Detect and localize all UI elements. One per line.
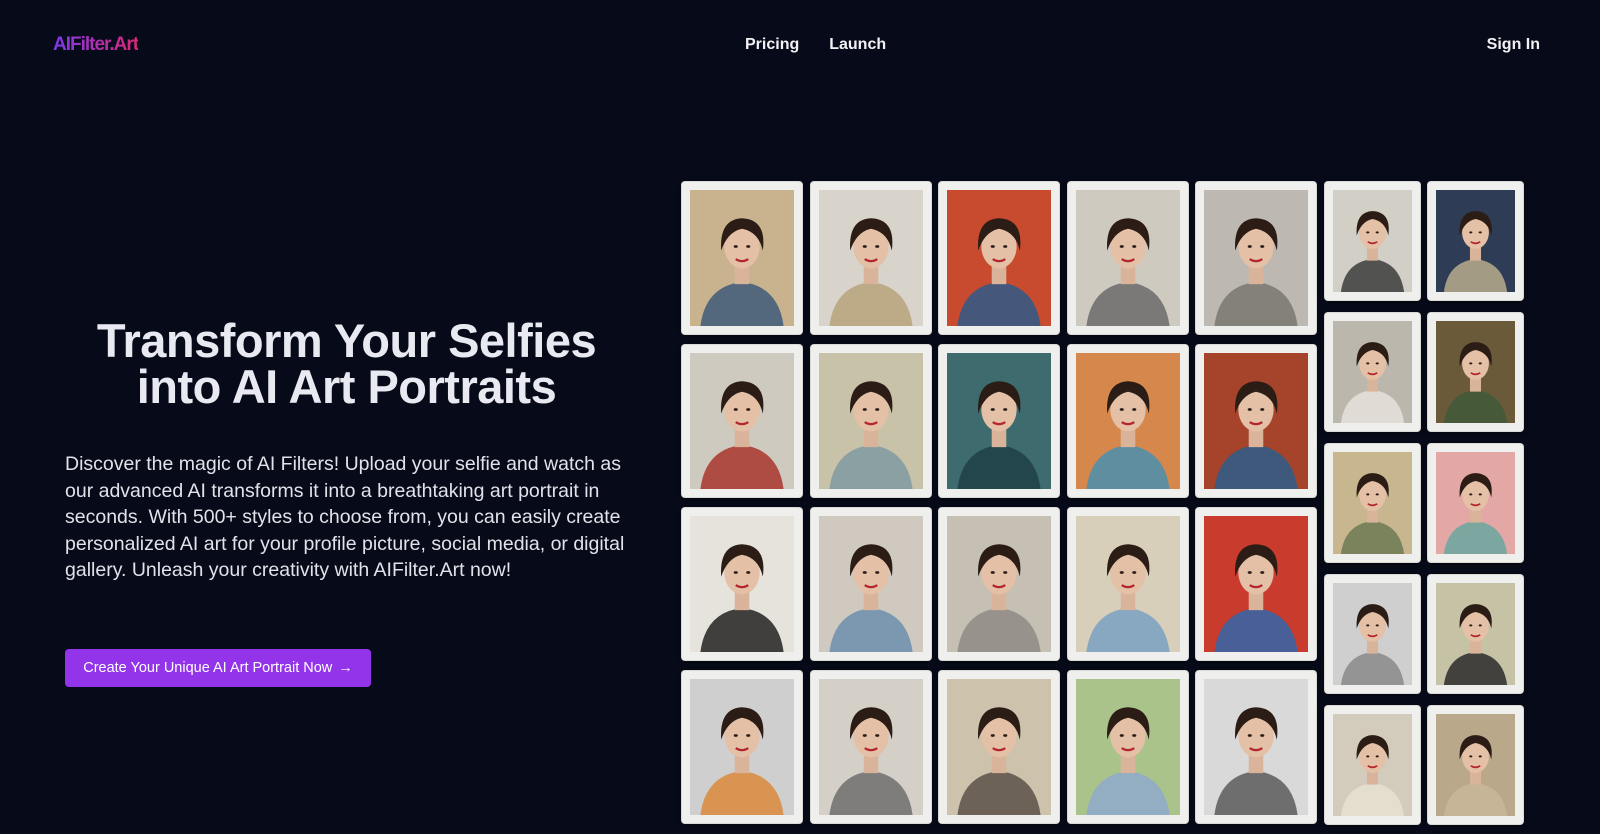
portrait-tile (1067, 671, 1188, 823)
portrait-image (1075, 516, 1180, 652)
portrait-image (1075, 190, 1180, 326)
hero-title-line-2: into AI Art Portraits (136, 360, 557, 413)
portrait-image (818, 353, 923, 489)
portrait-tile (682, 671, 802, 823)
portrait-tile (1196, 508, 1316, 660)
portrait-tile-small (1325, 706, 1420, 824)
portrait-image (947, 353, 1051, 489)
portrait-tile (1067, 508, 1188, 660)
logo[interactable]: AIFilter.Art (53, 34, 139, 56)
portrait-tile (810, 345, 931, 497)
create-portrait-button-label: Create Your Unique AI Art Portrait Now (83, 660, 333, 676)
hero-title: Transform Your Selfies into AI Art Portr… (64, 317, 629, 413)
portrait-tile (1196, 182, 1316, 334)
portrait-tile (810, 182, 931, 334)
portrait-tile-small (1428, 444, 1523, 562)
portrait-image (947, 679, 1051, 815)
nav-link-launch[interactable]: Launch (829, 36, 886, 54)
portrait-tile (1067, 345, 1188, 497)
portrait-image (1436, 452, 1515, 554)
portrait-image (818, 516, 923, 652)
portrait-tile (682, 345, 802, 497)
portrait-image (1204, 516, 1308, 652)
portrait-tile (1196, 671, 1316, 823)
portrait-tile (1067, 182, 1188, 334)
portrait-tile (682, 182, 802, 334)
nav-link-pricing[interactable]: Pricing (745, 36, 799, 54)
portrait-image (1436, 583, 1515, 685)
portrait-image (1436, 190, 1515, 292)
portrait-image (690, 679, 794, 815)
portrait-tile-small (1428, 575, 1523, 693)
portrait-image (1333, 583, 1412, 685)
portrait-image (818, 190, 923, 326)
portrait-image (1075, 353, 1180, 489)
portrait-image (1204, 679, 1308, 815)
sign-in-link[interactable]: Sign In (1487, 36, 1540, 54)
portrait-image (1436, 321, 1515, 423)
portrait-tile (939, 508, 1059, 660)
portrait-tile (810, 671, 931, 823)
portrait-image (690, 190, 794, 326)
portrait-image (947, 516, 1051, 652)
portrait-tile (939, 671, 1059, 823)
portrait-image (690, 516, 794, 652)
portrait-image (1436, 714, 1515, 816)
portrait-image (947, 190, 1051, 326)
portrait-image (1333, 321, 1412, 423)
portrait-image (1333, 190, 1412, 292)
portrait-tile-small (1325, 182, 1420, 300)
portrait-tile-small (1428, 706, 1523, 824)
portrait-tile (1196, 345, 1316, 497)
portrait-tile (810, 508, 931, 660)
portrait-image (1075, 679, 1180, 815)
portrait-image (1333, 714, 1412, 816)
portrait-image (818, 679, 923, 815)
portrait-image (1204, 190, 1308, 326)
portrait-tile (939, 182, 1059, 334)
portrait-tile-small (1325, 444, 1420, 562)
portrait-image (690, 353, 794, 489)
portrait-tile-small (1428, 182, 1523, 300)
portrait-gallery (682, 182, 1524, 834)
arrow-right-icon: → (338, 660, 353, 676)
main-nav: Pricing Launch (745, 36, 886, 54)
portrait-tile (682, 508, 802, 660)
portrait-image (1204, 353, 1308, 489)
portrait-image (1333, 452, 1412, 554)
portrait-tile (939, 345, 1059, 497)
portrait-tile-small (1325, 313, 1420, 431)
hero-description: Discover the magic of AI Filters! Upload… (65, 453, 625, 582)
create-portrait-button[interactable]: Create Your Unique AI Art Portrait Now → (65, 649, 371, 687)
portrait-tile-small (1325, 575, 1420, 693)
portrait-tile-small (1428, 313, 1523, 431)
